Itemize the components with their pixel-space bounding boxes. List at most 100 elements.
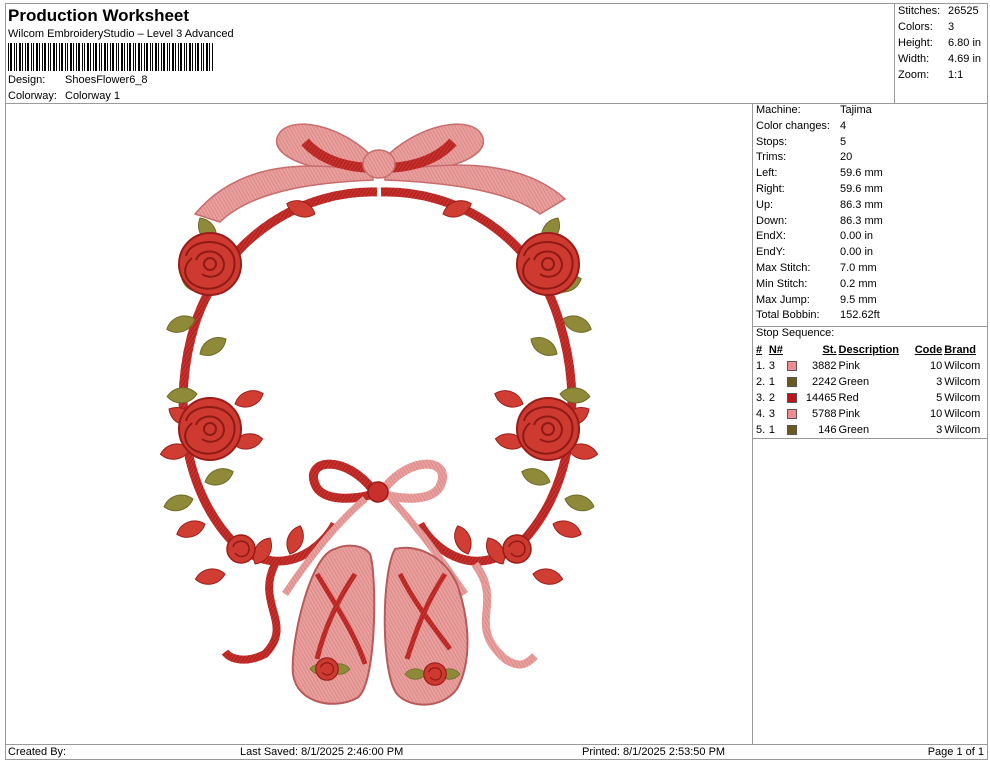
barcode-bar	[73, 43, 74, 71]
swatch-icon	[787, 393, 798, 404]
stitch-count: 5788	[812, 408, 837, 421]
color-description: Green	[838, 376, 870, 389]
barcode-bar	[195, 43, 196, 71]
machine-info-panel: Machine: Tajima Color changes: 4 Stops: 5 Trim…	[753, 104, 988, 440]
stat-value: 86.3 mm	[840, 198, 883, 211]
barcode-bar	[184, 43, 185, 71]
stop-sequence-table: # N# St. Description Code Brand 1. 3 3882 P…	[755, 342, 987, 438]
color-swatch	[786, 390, 800, 406]
barcode-bar	[70, 43, 72, 71]
barcode-bar	[158, 43, 159, 71]
colorway-row: Colorway: Colorway 1	[8, 90, 120, 102]
barcode-bar	[135, 43, 136, 71]
machine-stats-list: Machine: Tajima Color changes: 4 Stops: 5 Trim…	[753, 104, 988, 325]
barcode-bar	[8, 43, 9, 71]
summary-box: Stitches: 26525 Colors: 3 Height: 6.80 in W…	[895, 3, 988, 104]
table-row: 2. 1 2242 Green 3 Wilcom	[755, 374, 987, 390]
color-code: 5	[936, 392, 943, 405]
machine-stat-row: Max Stitch: 7.0 mm	[753, 262, 988, 278]
software-subtitle: Wilcom EmbroideryStudio – Level 3 Advanc…	[8, 28, 234, 40]
created-by: Created By:	[8, 746, 67, 758]
needle-number: 2	[768, 392, 775, 405]
stat-value: 0.00 in	[840, 230, 874, 243]
design-value: ShoesFlower6_8	[65, 74, 148, 86]
stitch-count: 14465	[805, 392, 837, 405]
color-description: Red	[838, 392, 859, 405]
stat-value: 5	[840, 135, 847, 148]
stat-label: EndX:	[756, 230, 786, 243]
barcode-bar	[50, 43, 51, 71]
design-label: Design:	[8, 74, 46, 86]
barcode-bar	[209, 43, 210, 71]
machine-stat-row: Color changes: 4	[753, 120, 988, 136]
barcode-bar	[150, 43, 151, 71]
needle-number: 1	[768, 376, 775, 389]
barcode-bar	[152, 43, 153, 71]
machine-stat-row: Up: 86.3 mm	[753, 199, 988, 215]
barcode-bar	[14, 43, 15, 71]
color-code: 3	[936, 424, 943, 437]
stat-value: 59.6 mm	[840, 182, 883, 195]
barcode-bar	[161, 43, 162, 71]
machine-stat-row: Max Jump: 9.5 mm	[753, 294, 988, 310]
barcode-image	[8, 43, 213, 71]
divider	[753, 438, 988, 440]
barcode-bar	[25, 43, 26, 71]
colorway-value: Colorway 1	[65, 90, 121, 102]
summary-height: Height: 6.80 in	[898, 37, 982, 49]
barcode-bar	[95, 43, 97, 71]
summary-zoom: Zoom: 1:1	[898, 69, 964, 81]
stop-number: 2.	[756, 376, 766, 389]
thread-brand: Wilcom	[944, 392, 981, 405]
color-description: Pink	[838, 360, 860, 373]
barcode-bar	[155, 43, 157, 71]
col-number: #	[756, 344, 763, 357]
barcode-bar	[110, 43, 111, 71]
barcode-bar	[39, 43, 40, 71]
barcode-bar	[99, 43, 100, 71]
stat-label: Min Stitch:	[756, 277, 808, 290]
stop-number: 3.	[756, 392, 766, 405]
barcode-bar	[36, 43, 38, 71]
stat-label: Stops:	[756, 135, 788, 148]
needle-number: 3	[768, 408, 775, 421]
barcode-bar	[53, 43, 55, 71]
stitch-count: 146	[818, 424, 837, 437]
barcode-bar	[22, 43, 23, 71]
barcode-bar	[206, 43, 208, 71]
swatch-icon	[787, 377, 798, 388]
stat-value: 152.62ft	[840, 309, 880, 322]
stat-label: EndY:	[756, 246, 786, 259]
barcode-bar	[127, 43, 128, 71]
machine-stat-row: Left: 59.6 mm	[753, 167, 988, 183]
stop-sequence-rows: 1. 3 3882 Pink 10 Wilcom 2. 1 2242 Green 3 Wilcom 3.…	[755, 358, 987, 438]
barcode-bar	[42, 43, 43, 71]
color-swatch	[786, 374, 800, 390]
stat-label: Down:	[756, 214, 788, 227]
needle-number: 3	[768, 360, 775, 373]
barcode-bar	[133, 43, 134, 71]
stat-label: Color changes:	[756, 119, 830, 132]
machine-stat-row: Right: 59.6 mm	[753, 183, 988, 199]
machine-stat-row: Trims: 20	[753, 151, 988, 167]
barcode-bar	[118, 43, 119, 71]
barcode-bar	[65, 43, 66, 71]
thread-brand: Wilcom	[944, 360, 981, 373]
page-number: Page 1 of 1	[927, 746, 984, 758]
needle-number: 1	[768, 424, 775, 437]
barcode-bar	[212, 43, 213, 71]
stat-label: Trims:	[756, 151, 787, 164]
barcode-bar	[107, 43, 108, 71]
worksheet-header: Production Worksheet Wilcom EmbroiderySt…	[5, 3, 895, 104]
worksheet-footer: Created By: Last Saved: 8/1/2025 2:46:00…	[5, 744, 988, 760]
barcode-bar	[172, 43, 174, 71]
barcode-bar	[56, 43, 57, 71]
barcode-bar	[116, 43, 117, 71]
barcode-bar	[27, 43, 29, 71]
machine-stat-row: Down: 86.3 mm	[753, 215, 988, 231]
barcode-bar	[90, 43, 91, 71]
barcode-bar	[203, 43, 204, 71]
color-description: Pink	[838, 408, 860, 421]
stat-value: Tajima	[840, 104, 872, 116]
col-code: Code	[914, 344, 943, 357]
